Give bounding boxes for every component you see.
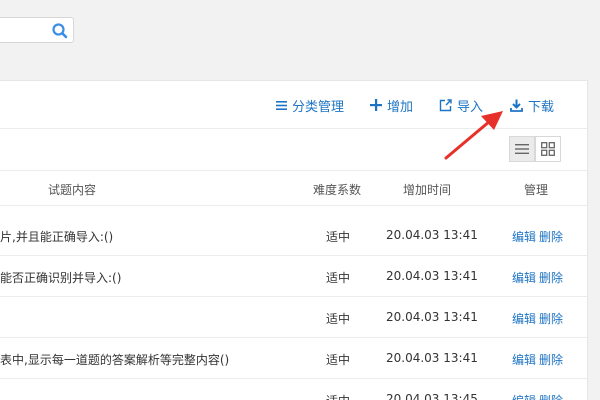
difficulty-value: 适中 — [326, 312, 351, 326]
question-content: 片,并且能正确导入:() — [0, 230, 114, 244]
edit-link[interactable]: 编辑 — [512, 310, 536, 327]
search-box — [0, 17, 74, 43]
category-manage-label: 分类管理 — [292, 99, 345, 115]
search-button[interactable] — [51, 22, 69, 40]
delete-link[interactable]: 删除 — [539, 228, 563, 245]
category-manage-button[interactable]: 分类管理 — [276, 96, 345, 115]
header-content: 试题内容 — [48, 183, 97, 197]
question-content: 能否正确识别并导入:() — [0, 271, 122, 285]
table-header: 试题内容 难度系数 增加时间 管理 — [0, 170, 587, 206]
list-icon — [276, 100, 287, 110]
added-time: 20.04.03 13:45 — [386, 392, 478, 400]
import-button[interactable]: 导入 — [439, 96, 484, 115]
view-toggle-bar — [0, 130, 587, 170]
header-added-time: 增加时间 — [403, 183, 452, 197]
list-view-button[interactable] — [509, 136, 535, 162]
edit-link[interactable]: 编辑 — [512, 392, 536, 400]
edit-link[interactable]: 编辑 — [512, 351, 536, 368]
import-label: 导入 — [457, 99, 484, 115]
add-button[interactable]: 增加 — [370, 96, 414, 115]
difficulty-value: 适中 — [326, 353, 351, 367]
difficulty-value: 适中 — [326, 271, 351, 285]
list-view-icon — [515, 144, 529, 154]
delete-link[interactable]: 删除 — [539, 392, 563, 400]
question-content: 表中,显示每一道题的答案解析等完整内容() — [0, 353, 230, 367]
delete-link[interactable]: 删除 — [539, 269, 563, 286]
grid-view-icon — [541, 142, 555, 156]
search-icon — [52, 23, 68, 39]
added-time: 20.04.03 13:41 — [386, 228, 478, 242]
delete-link[interactable]: 删除 — [539, 310, 563, 327]
difficulty-value: 适中 — [326, 392, 350, 400]
difficulty-value: 适中 — [326, 230, 351, 244]
top-bar — [0, 0, 600, 64]
table-row: 能否正确识别并导入:() 适中 20.04.03 13:41 编辑 删除 — [0, 256, 587, 297]
download-icon — [510, 99, 523, 112]
plus-icon — [370, 99, 382, 111]
grid-view-button[interactable] — [535, 136, 561, 162]
delete-link[interactable]: 删除 — [539, 351, 563, 368]
edit-link[interactable]: 编辑 — [512, 269, 536, 286]
edit-link[interactable]: 编辑 — [512, 228, 536, 245]
added-time: 20.04.03 13:41 — [386, 310, 478, 324]
table-row: 表中,显示每一道题的答案解析等完整内容() 适中 20.04.03 13:41 … — [0, 338, 587, 379]
table-row: 适中 20.04.03 13:45 编辑 删除 — [0, 379, 587, 400]
search-input[interactable] — [0, 18, 49, 42]
header-manage: 管理 — [524, 183, 549, 197]
add-label: 增加 — [387, 99, 414, 115]
added-time: 20.04.03 13:41 — [386, 351, 478, 365]
table-row: 适中 20.04.03 13:41 编辑 删除 — [0, 297, 587, 338]
download-button[interactable]: 下载 — [510, 96, 555, 115]
question-panel: 分类管理 增加 导入 下载 试题内容 难度系数 增加时间 管理 片,并且能正确导… — [0, 80, 588, 400]
header-difficulty: 难度系数 — [313, 183, 362, 197]
download-label: 下载 — [528, 99, 555, 115]
action-toolbar: 分类管理 增加 导入 下载 — [0, 81, 587, 129]
import-icon — [439, 98, 452, 111]
table-row: 片,并且能正确导入:() 适中 20.04.03 13:41 编辑 删除 — [0, 215, 587, 256]
added-time: 20.04.03 13:41 — [386, 269, 478, 283]
